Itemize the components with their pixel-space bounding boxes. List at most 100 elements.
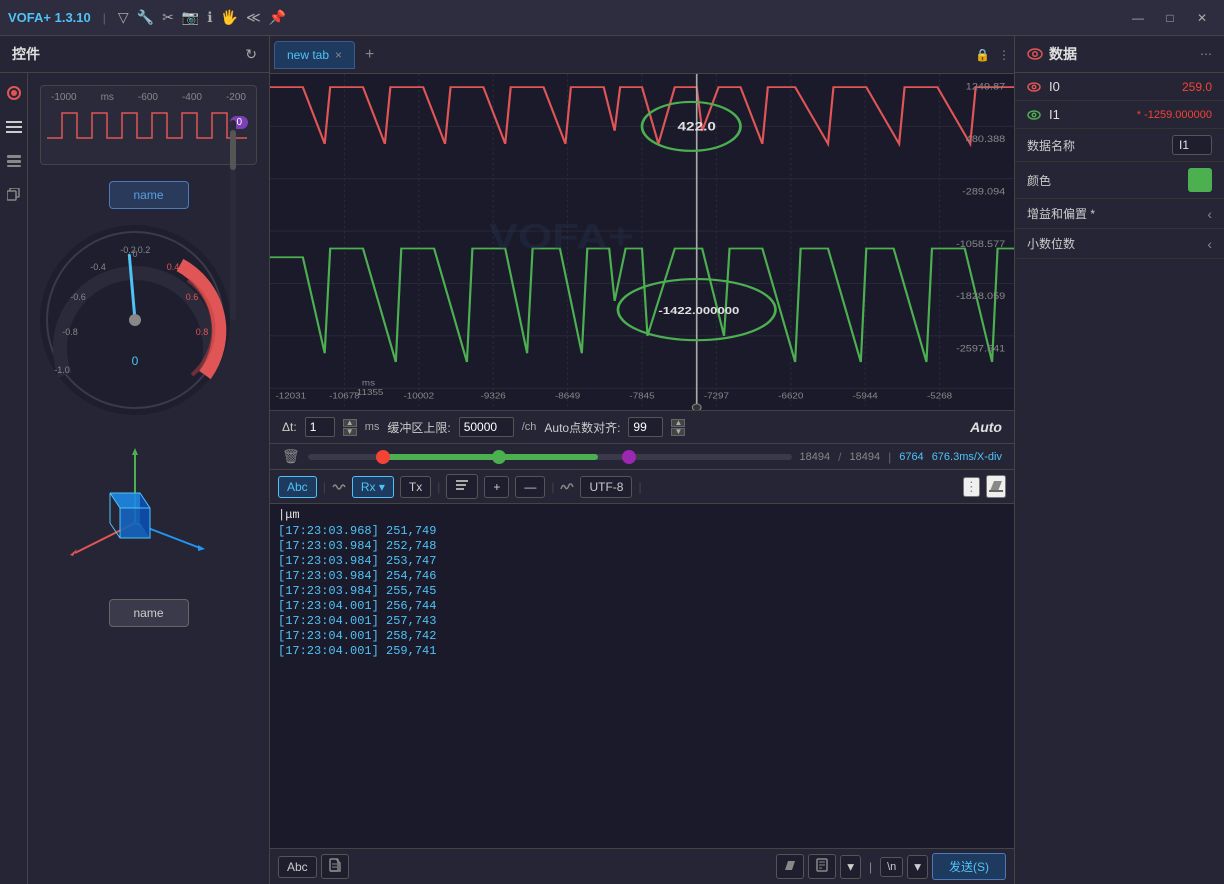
delta-t-spinner[interactable]: ▲ ▼	[343, 419, 357, 436]
tab-more-button[interactable]: ⋮	[998, 48, 1010, 62]
send-button[interactable]: 发送(S)	[932, 853, 1006, 880]
send-eraser-button[interactable]	[776, 854, 804, 879]
copy-icon[interactable]	[2, 183, 26, 207]
finger-icon[interactable]: 🖐	[221, 9, 238, 26]
slider-x-div: 676.3ms/X-div	[932, 451, 1002, 463]
send-file-button[interactable]	[321, 854, 349, 879]
svg-text:0.2: 0.2	[138, 245, 151, 255]
eraser-icon	[988, 477, 1004, 493]
abc-button[interactable]: Abc	[278, 476, 317, 498]
slider-bar: 🗑 18494 / 18494 | 6764 676.3ms/X-div	[270, 444, 1014, 470]
slider-thumb-purple[interactable]	[622, 450, 636, 464]
slider-thumb-red[interactable]	[376, 450, 390, 464]
titlebar-icons: ▽ 🔧 ✂ 📷 ℹ 🖐 ≪ 📌	[118, 9, 286, 26]
utf8-button[interactable]: UTF-8	[580, 476, 632, 498]
slider-thumb-green[interactable]	[492, 450, 506, 464]
send-label: Abc	[278, 856, 317, 878]
log-entry-0[interactable]: [17:23:03.968] 251,749	[278, 524, 1006, 538]
record-icon[interactable]	[2, 81, 26, 105]
align-button[interactable]	[446, 474, 478, 499]
log-entry-7[interactable]: [17:23:04.001] 258,742	[278, 629, 1006, 643]
spin-up-button[interactable]: ▲	[343, 419, 357, 427]
log-entry-2[interactable]: [17:23:03.984] 253,747	[278, 554, 1006, 568]
titlebar: VOFA+ 1.3.10 | ▽ 🔧 ✂ 📷 ℹ 🖐 ≪ 📌 — □ ✕	[0, 0, 1224, 36]
pin-icon[interactable]: 📌	[269, 9, 286, 26]
auto-points-spinner[interactable]: ▲ ▼	[671, 419, 685, 436]
newline-button[interactable]: \n	[880, 857, 903, 877]
delta-t-input[interactable]	[305, 417, 335, 437]
serial-clear-button[interactable]	[986, 475, 1006, 498]
main-chart[interactable]: VOFA+ 422.0 -1422.000000 1249.87 480.388…	[270, 74, 1014, 410]
log-entry-5[interactable]: [17:23:04.001] 256,744	[278, 599, 1006, 613]
tab-lock-icon[interactable]: 🔒	[975, 48, 990, 62]
remove-column-button[interactable]: —	[515, 476, 545, 498]
prop-color-picker[interactable]	[1188, 168, 1212, 192]
prop-name-label: 数据名称	[1027, 137, 1172, 154]
svg-text:0.4: 0.4	[167, 262, 180, 272]
center-content: new tab × + 🔒 ⋮	[270, 36, 1014, 884]
buffer-label: 缓冲区上限:	[387, 419, 450, 436]
eye-icon	[1027, 46, 1043, 62]
auto-spin-down[interactable]: ▼	[671, 428, 685, 436]
send-doc-button[interactable]	[808, 854, 836, 879]
send-dropdown-button[interactable]: ▾	[840, 855, 861, 879]
data-name-i0: I0	[1049, 79, 1182, 94]
log-entry-6[interactable]: [17:23:04.001] 257,743	[278, 614, 1006, 628]
buffer-input[interactable]	[459, 417, 514, 437]
encoding-wave-icon	[560, 480, 574, 494]
layers-icon[interactable]	[2, 149, 26, 173]
rx-button[interactable]: Rx ▾	[352, 476, 394, 498]
gauge-container: -1.0 1.0 -0.8 -0.6 -0.4 -0.2 0.8 0.6 0.4…	[40, 225, 230, 415]
tool-icon[interactable]: 🔧	[137, 9, 154, 26]
cut-icon[interactable]: ✂	[162, 9, 174, 26]
delete-button[interactable]: 🗑	[282, 448, 300, 465]
svg-text:-5944: -5944	[853, 392, 878, 401]
eye-icon-i1	[1027, 108, 1041, 122]
svg-text:-1828.059: -1828.059	[956, 292, 1006, 302]
tx-button[interactable]: Tx	[400, 476, 431, 498]
prop-name-input[interactable]	[1172, 135, 1212, 155]
name-button[interactable]: name	[109, 181, 189, 209]
svg-text:-0.6: -0.6	[70, 292, 86, 302]
right-more-button[interactable]: ⋯	[1200, 47, 1212, 61]
serial-more-button[interactable]: ⋮	[963, 477, 980, 497]
bottom-name-wrapper: name	[32, 591, 265, 635]
list-icon[interactable]	[2, 115, 26, 139]
slider-track[interactable]	[308, 454, 792, 460]
info-icon[interactable]: ℹ	[207, 9, 212, 26]
add-column-button[interactable]: +	[484, 476, 509, 498]
newline-dropdown-button[interactable]: ▾	[907, 855, 928, 879]
serial-log[interactable]: |μm [17:23:03.968] 251,749 [17:23:03.984…	[270, 504, 1014, 848]
tab-close-button[interactable]: ×	[335, 48, 342, 62]
log-entry-1[interactable]: [17:23:03.984] 252,748	[278, 539, 1006, 553]
cube-container	[40, 423, 230, 583]
log-entry-3[interactable]: [17:23:03.984] 254,746	[278, 569, 1006, 583]
close-button[interactable]: ✕	[1188, 4, 1216, 32]
nav-icon[interactable]: ▽	[118, 9, 129, 26]
data-entry-i0[interactable]: I0 259.0	[1015, 73, 1224, 101]
slider-val1: 18494	[800, 451, 831, 463]
refresh-button[interactable]: ↻	[245, 46, 257, 63]
log-entry-8[interactable]: [17:23:04.001] 259,741	[278, 644, 1006, 658]
bottom-name-button[interactable]: name	[109, 599, 189, 627]
data-entry-i1[interactable]: I1 * -1259.000000	[1015, 101, 1224, 129]
maximize-button[interactable]: □	[1156, 4, 1184, 32]
gauge-svg: -1.0 1.0 -0.8 -0.6 -0.4 -0.2 0.8 0.6 0.4…	[40, 225, 230, 415]
prop-gain-chevron[interactable]: ‹	[1207, 206, 1212, 222]
minimize-button[interactable]: —	[1124, 4, 1152, 32]
tab-new-tab[interactable]: new tab ×	[274, 41, 355, 69]
prop-decimal-chevron[interactable]: ‹	[1207, 236, 1212, 252]
camera-icon[interactable]: 📷	[182, 9, 199, 26]
svg-text:-1.0: -1.0	[54, 365, 70, 375]
expand-icon[interactable]: ≪	[246, 9, 261, 26]
log-entry-4[interactable]: [17:23:03.984] 255,745	[278, 584, 1006, 598]
tab-add-button[interactable]: +	[357, 42, 382, 68]
slider-blue-val: 6764	[899, 451, 923, 463]
spin-down-button[interactable]: ▼	[343, 428, 357, 436]
svg-text:-11355: -11355	[354, 388, 384, 397]
svg-text:-1422.000000: -1422.000000	[658, 304, 739, 316]
auto-points-input[interactable]	[628, 417, 663, 437]
buffer-unit: /ch	[522, 421, 537, 433]
auto-spin-up[interactable]: ▲	[671, 419, 685, 427]
svg-text:-5268: -5268	[927, 392, 952, 401]
